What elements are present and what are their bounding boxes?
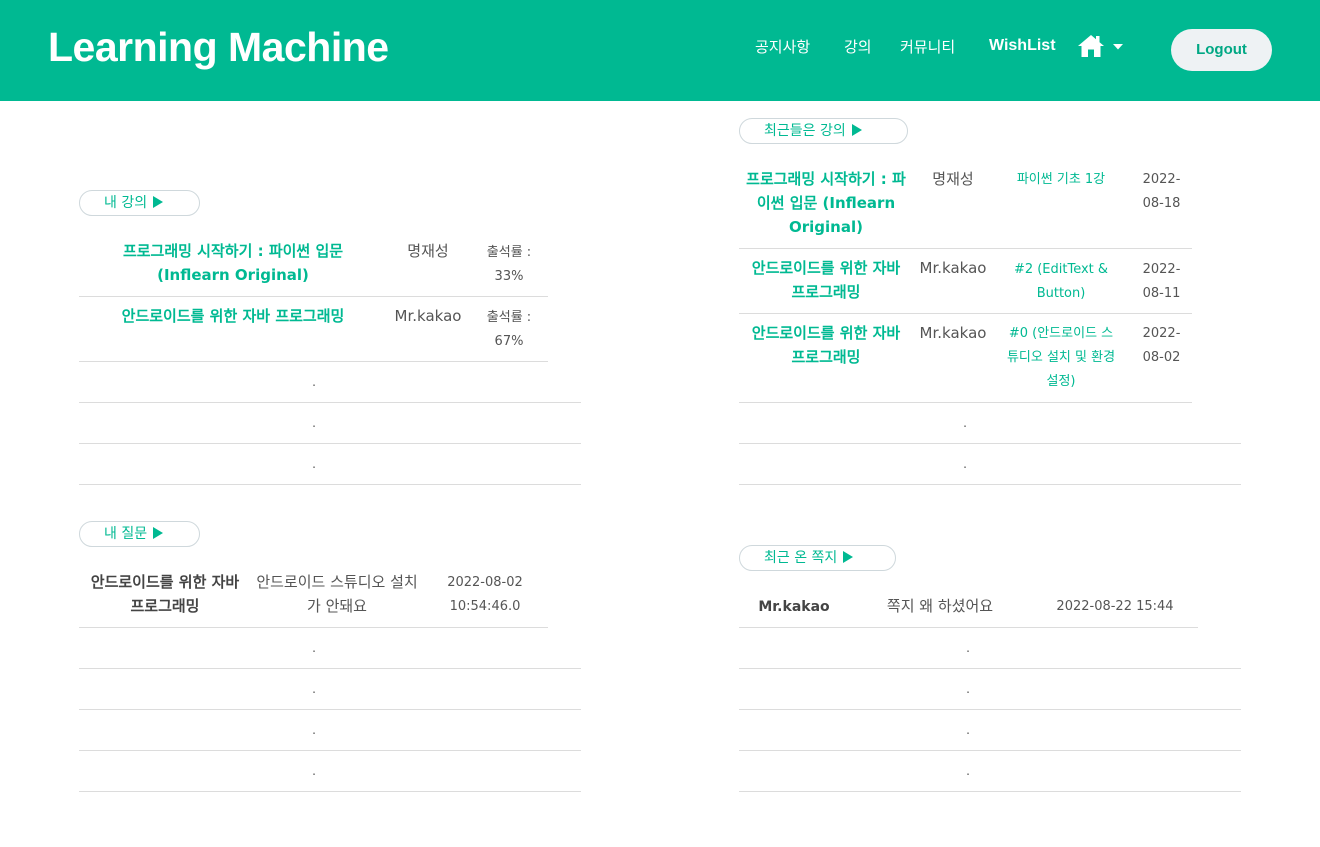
recent-lecture-date: 2022-08-11 bbox=[1142, 262, 1181, 301]
row-divider bbox=[79, 668, 581, 669]
placeholder-row: . bbox=[312, 457, 316, 471]
question-datetime: 2022-08-02 10:54:46.0 bbox=[447, 575, 523, 614]
row-divider bbox=[739, 709, 1241, 710]
recent-lecture-instructor: Mr.kakao bbox=[919, 259, 987, 277]
message-text[interactable]: 쪽지 왜 하셨어요 bbox=[865, 594, 1015, 618]
play-triangle-icon bbox=[851, 124, 862, 136]
row-divider bbox=[739, 484, 1241, 485]
placeholder-row: . bbox=[312, 416, 316, 430]
placeholder-row: . bbox=[312, 375, 316, 389]
row-divider bbox=[739, 668, 1241, 669]
placeholder-row: . bbox=[312, 764, 316, 778]
placeholder-row: . bbox=[966, 723, 970, 737]
row-divider bbox=[739, 750, 1241, 751]
row-divider bbox=[739, 627, 1198, 628]
recent-lecture-course[interactable]: 프로그래밍 시작하기 : 파이썬 입문 (Inflearn Original) bbox=[743, 167, 909, 239]
my-lecture-attendance-value: 67% bbox=[494, 334, 524, 349]
my-lectures-button[interactable]: 내 강의 bbox=[79, 190, 200, 216]
nav-lecture[interactable]: 강의 bbox=[844, 36, 872, 57]
row-divider bbox=[79, 627, 548, 628]
row-divider bbox=[739, 313, 1192, 314]
my-lectures-label: 내 강의 bbox=[104, 195, 148, 211]
row-divider bbox=[79, 791, 581, 792]
brand-logo[interactable]: Learning Machine bbox=[48, 24, 389, 71]
play-triangle-icon bbox=[153, 527, 164, 539]
my-lecture-course[interactable]: 프로그래밍 시작하기 : 파이썬 입문 (Inflearn Original) bbox=[100, 239, 366, 287]
nav-notice[interactable]: 공지사항 bbox=[755, 36, 810, 57]
row-divider bbox=[79, 750, 581, 751]
row-divider bbox=[79, 361, 548, 362]
recent-lecture-course[interactable]: 안드로이드를 위한 자바 프로그래밍 bbox=[743, 321, 909, 369]
home-dropdown[interactable] bbox=[1077, 33, 1127, 61]
my-lecture-course[interactable]: 안드로이드를 위한 자바 프로그래밍 bbox=[100, 304, 366, 328]
my-lecture-instructor: Mr.kakao bbox=[394, 307, 462, 325]
top-navbar: Learning Machine 공지사항 강의 커뮤니티 WishList L… bbox=[0, 0, 1320, 101]
row-divider bbox=[739, 791, 1241, 792]
question-title[interactable]: 안드로이드 스튜디오 설치가 안돼요 bbox=[256, 570, 418, 618]
recent-lecture-date: 2022-08-02 bbox=[1142, 326, 1181, 365]
recent-lecture-lesson[interactable]: 파이썬 기초 1강 bbox=[1000, 168, 1122, 192]
placeholder-row: . bbox=[312, 641, 316, 655]
my-questions-button[interactable]: 내 질문 bbox=[79, 521, 200, 547]
placeholder-row: . bbox=[963, 457, 967, 471]
placeholder-row: . bbox=[312, 682, 316, 696]
row-divider bbox=[79, 709, 581, 710]
my-lecture-attendance-label: 출석률 : bbox=[486, 310, 532, 325]
my-lecture-attendance-value: 33% bbox=[494, 269, 524, 284]
message-sender: Mr.kakao bbox=[758, 599, 830, 615]
recent-lecture-instructor: 명재성 bbox=[932, 170, 974, 188]
my-lecture-attendance-label: 출석률 : bbox=[486, 245, 532, 260]
row-divider bbox=[739, 402, 1192, 403]
my-lecture-instructor: 명재성 bbox=[407, 242, 449, 260]
row-divider bbox=[79, 402, 581, 403]
play-triangle-icon bbox=[153, 196, 164, 208]
placeholder-row: . bbox=[966, 764, 970, 778]
play-triangle-icon bbox=[843, 551, 854, 563]
recent-lecture-date: 2022-08-18 bbox=[1142, 172, 1181, 211]
recent-lecture-instructor: Mr.kakao bbox=[919, 324, 987, 342]
row-divider bbox=[739, 248, 1192, 249]
nav-community[interactable]: 커뮤니티 bbox=[900, 36, 955, 57]
row-divider bbox=[79, 296, 548, 297]
recent-lecture-course[interactable]: 안드로이드를 위한 자바 프로그래밍 bbox=[743, 256, 909, 304]
recent-lecture-lesson[interactable]: #0 (안드로이드 스튜디오 설치 및 환경설정) bbox=[1003, 322, 1119, 394]
recent-lecture-lesson[interactable]: #2 (EditText & Button) bbox=[1005, 258, 1117, 306]
recent-lectures-button[interactable]: 최근들은 강의 bbox=[739, 118, 908, 144]
caret-down-icon bbox=[1113, 44, 1123, 50]
my-questions-label: 내 질문 bbox=[104, 526, 148, 542]
nav-wishlist[interactable]: WishList bbox=[989, 37, 1056, 55]
question-course[interactable]: 안드로이드를 위한 자바 프로그래밍 bbox=[82, 570, 248, 618]
recent-messages-label: 최근 온 쪽지 bbox=[764, 550, 838, 566]
placeholder-row: . bbox=[312, 723, 316, 737]
message-datetime: 2022-08-22 15:44 bbox=[1056, 599, 1174, 614]
row-divider bbox=[79, 443, 581, 444]
recent-lectures-label: 최근들은 강의 bbox=[764, 123, 846, 139]
recent-messages-button[interactable]: 최근 온 쪽지 bbox=[739, 545, 896, 571]
placeholder-row: . bbox=[966, 641, 970, 655]
row-divider bbox=[739, 443, 1241, 444]
placeholder-row: . bbox=[963, 416, 967, 430]
placeholder-row: . bbox=[966, 682, 970, 696]
row-divider bbox=[79, 484, 581, 485]
logout-button[interactable]: Logout bbox=[1171, 29, 1272, 71]
